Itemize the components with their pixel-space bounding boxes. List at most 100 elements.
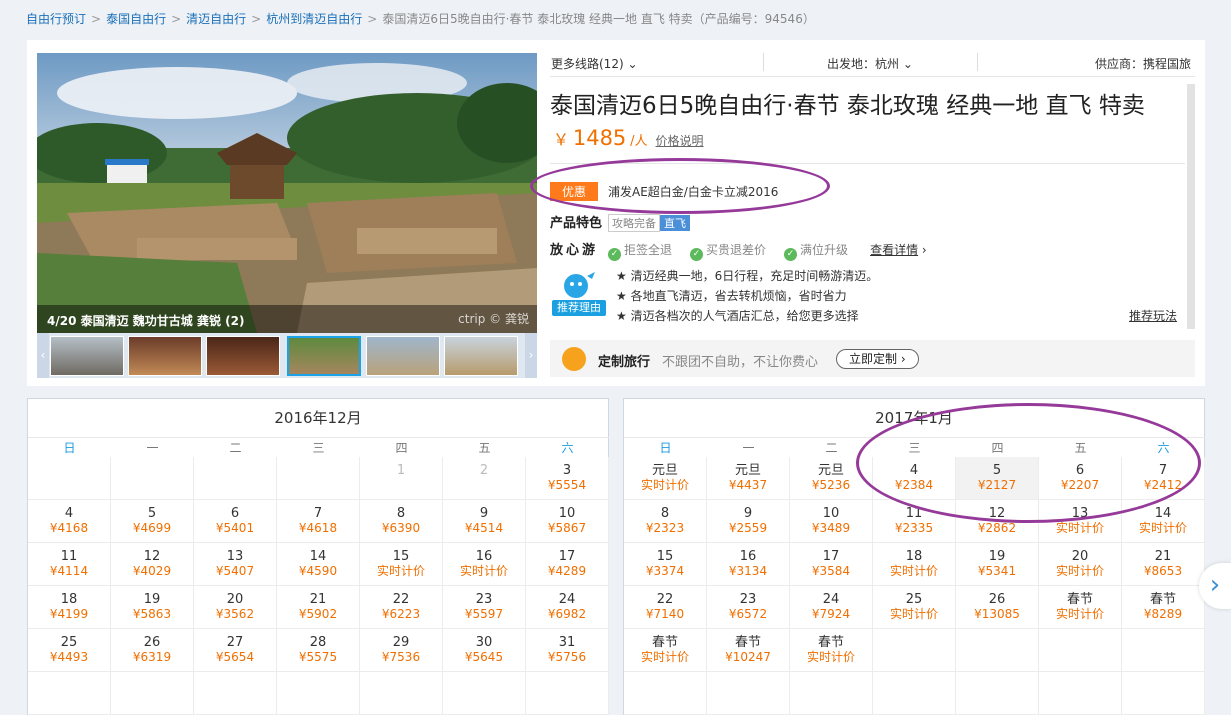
recommend-play-link[interactable]: 推荐玩法 (1129, 307, 1177, 324)
day-price: 实时计价 (1055, 521, 1104, 535)
thumbnail[interactable] (128, 336, 202, 376)
calendar-day[interactable]: 18 ¥4199 (28, 586, 111, 629)
breadcrumb-link[interactable]: 清迈自由行 (186, 12, 246, 26)
thumbnail[interactable] (366, 336, 440, 376)
calendar-day[interactable]: 18 实时计价 (873, 543, 956, 586)
calendar-day[interactable]: 28 ¥5575 (277, 629, 360, 672)
breadcrumb-link[interactable]: 泰国自由行 (106, 12, 166, 26)
breadcrumb-current: 泰国清迈6日5晚自由行·春节 泰北玫瑰 经典一地 直飞 特卖（产品编号：9454… (382, 12, 815, 26)
calendar-day (956, 629, 1039, 672)
thumbnail[interactable] (50, 336, 124, 376)
day-number: 16 (739, 549, 757, 564)
calendar-day[interactable]: 4 ¥2384 (873, 457, 956, 500)
day-number: 春节 (734, 635, 761, 650)
breadcrumb-link[interactable]: 自由行预订 (26, 12, 86, 26)
day-number: 9 (479, 506, 489, 521)
calendar-day (1039, 629, 1122, 672)
calendar-day[interactable]: 31 ¥5756 (526, 629, 609, 672)
calendar-day[interactable]: 27 ¥5654 (194, 629, 277, 672)
calendar-day[interactable]: 9 ¥2559 (707, 500, 790, 543)
calendar-day[interactable]: 元旦 ¥5236 (790, 457, 873, 500)
calendar-day[interactable]: 15 ¥3374 (624, 543, 707, 586)
calendar-day[interactable]: 春节 实时计价 (790, 629, 873, 672)
price-explain-link[interactable]: 价格说明 (656, 134, 704, 148)
calendar-day[interactable]: 20 实时计价 (1039, 543, 1122, 586)
calendar-day[interactable]: 9 ¥4514 (443, 500, 526, 543)
calendar-day[interactable]: 8 ¥6390 (360, 500, 443, 543)
calendar-day[interactable]: 12 ¥4029 (111, 543, 194, 586)
day-price: 实时计价 (640, 478, 689, 492)
calendar-day[interactable]: 22 ¥7140 (624, 586, 707, 629)
calendar-day[interactable]: 6 ¥5401 (194, 500, 277, 543)
product-title: 泰国清迈6日5晚自由行·春节 泰北玫瑰 经典一地 直飞 特卖 (550, 93, 1145, 119)
calendar-day[interactable]: 16 实时计价 (443, 543, 526, 586)
day-number: 15 (656, 549, 674, 564)
day-price: ¥2127 (977, 478, 1017, 492)
calendar-day (28, 457, 111, 500)
breadcrumb-link[interactable]: 杭州到清迈自由行 (266, 12, 362, 26)
calendar-day[interactable]: 12 ¥2862 (956, 500, 1039, 543)
calendar-day[interactable]: 13 实时计价 (1039, 500, 1122, 543)
calendar-day[interactable]: 19 ¥5341 (956, 543, 1039, 586)
calendar-day[interactable]: 4 ¥4168 (28, 500, 111, 543)
promo-text[interactable]: 浦发AE超白金/白金卡立减2016 (608, 185, 778, 199)
calendar-day[interactable]: 29 ¥7536 (360, 629, 443, 672)
calendar-day[interactable]: 7 ¥2412 (1122, 457, 1205, 500)
calendar-day[interactable]: 春节 ¥8289 (1122, 586, 1205, 629)
day-number: 4 (909, 463, 919, 478)
thumbnail-strip: ‹ › (37, 333, 537, 378)
calendar-day[interactable]: 13 ¥5407 (194, 543, 277, 586)
calendar-day[interactable]: 3 ¥5554 (526, 457, 609, 500)
calendar-day[interactable]: 元旦 ¥4437 (707, 457, 790, 500)
thumb-prev-arrow[interactable]: ‹ (37, 333, 49, 378)
calendar-day[interactable]: 10 ¥3489 (790, 500, 873, 543)
calendar-day[interactable]: 23 ¥5597 (443, 586, 526, 629)
thumbnail[interactable] (444, 336, 518, 376)
weekday-header: 五 (1039, 437, 1122, 457)
custom-now-button[interactable]: 立即定制 › (836, 349, 919, 369)
calendar-day[interactable]: 22 ¥6223 (360, 586, 443, 629)
calendar-day[interactable]: 15 实时计价 (360, 543, 443, 586)
calendar-day[interactable]: 26 ¥6319 (111, 629, 194, 672)
day-price: 实时计价 (459, 564, 508, 578)
view-details-link[interactable]: 查看详情 (870, 243, 918, 257)
calendar-day[interactable]: 11 ¥2335 (873, 500, 956, 543)
calendar-day[interactable]: 5 ¥2127 (956, 457, 1039, 500)
day-price: ¥5902 (298, 607, 338, 621)
more-routes-dropdown[interactable]: 更多线路(12) ⌄ (551, 55, 638, 72)
calendar-day[interactable]: 5 ¥4699 (111, 500, 194, 543)
thumbnail-selected[interactable] (287, 336, 361, 376)
calendar-day[interactable]: 25 实时计价 (873, 586, 956, 629)
calendar-day[interactable]: 春节 实时计价 (1039, 586, 1122, 629)
info-scrollbar[interactable] (1187, 84, 1195, 329)
calendar-day[interactable]: 20 ¥3562 (194, 586, 277, 629)
calendar-day[interactable]: 25 ¥4493 (28, 629, 111, 672)
calendar-day[interactable]: 17 ¥3584 (790, 543, 873, 586)
calendar-day[interactable]: 23 ¥6572 (707, 586, 790, 629)
departure-dropdown[interactable]: 出发地：杭州 ⌄ (827, 55, 913, 72)
calendar-day[interactable]: 17 ¥4289 (526, 543, 609, 586)
thumb-next-arrow[interactable]: › (525, 333, 537, 378)
calendar-day[interactable]: 春节 ¥10247 (707, 629, 790, 672)
calendar-day[interactable]: 19 ¥5863 (111, 586, 194, 629)
day-price: 实时计价 (376, 564, 425, 578)
calendar-day[interactable]: 21 ¥8653 (1122, 543, 1205, 586)
calendar-day[interactable]: 8 ¥2323 (624, 500, 707, 543)
calendar-day[interactable]: 6 ¥2207 (1039, 457, 1122, 500)
calendar-day[interactable]: 春节 实时计价 (624, 629, 707, 672)
calendar-day[interactable]: 7 ¥4618 (277, 500, 360, 543)
calendar-day[interactable]: 26 ¥13085 (956, 586, 1039, 629)
day-price: ¥5756 (547, 650, 587, 664)
calendar-day[interactable]: 11 ¥4114 (28, 543, 111, 586)
calendar-day[interactable]: 24 ¥7924 (790, 586, 873, 629)
calendar-day[interactable]: 21 ¥5902 (277, 586, 360, 629)
calendar-day[interactable]: 14 ¥4590 (277, 543, 360, 586)
calendar-day[interactable]: 14 实时计价 (1122, 500, 1205, 543)
calendar-day[interactable]: 24 ¥6982 (526, 586, 609, 629)
calendar-day[interactable]: 10 ¥5867 (526, 500, 609, 543)
calendar-day[interactable]: 16 ¥3134 (707, 543, 790, 586)
product-main-photo[interactable]: 4/20 泰国清迈 魏功甘古城 龚锐 (2) ctrip © 龚锐 (37, 53, 537, 333)
calendar-day[interactable]: 元旦 实时计价 (624, 457, 707, 500)
thumbnail[interactable] (206, 336, 280, 376)
calendar-day[interactable]: 30 ¥5645 (443, 629, 526, 672)
